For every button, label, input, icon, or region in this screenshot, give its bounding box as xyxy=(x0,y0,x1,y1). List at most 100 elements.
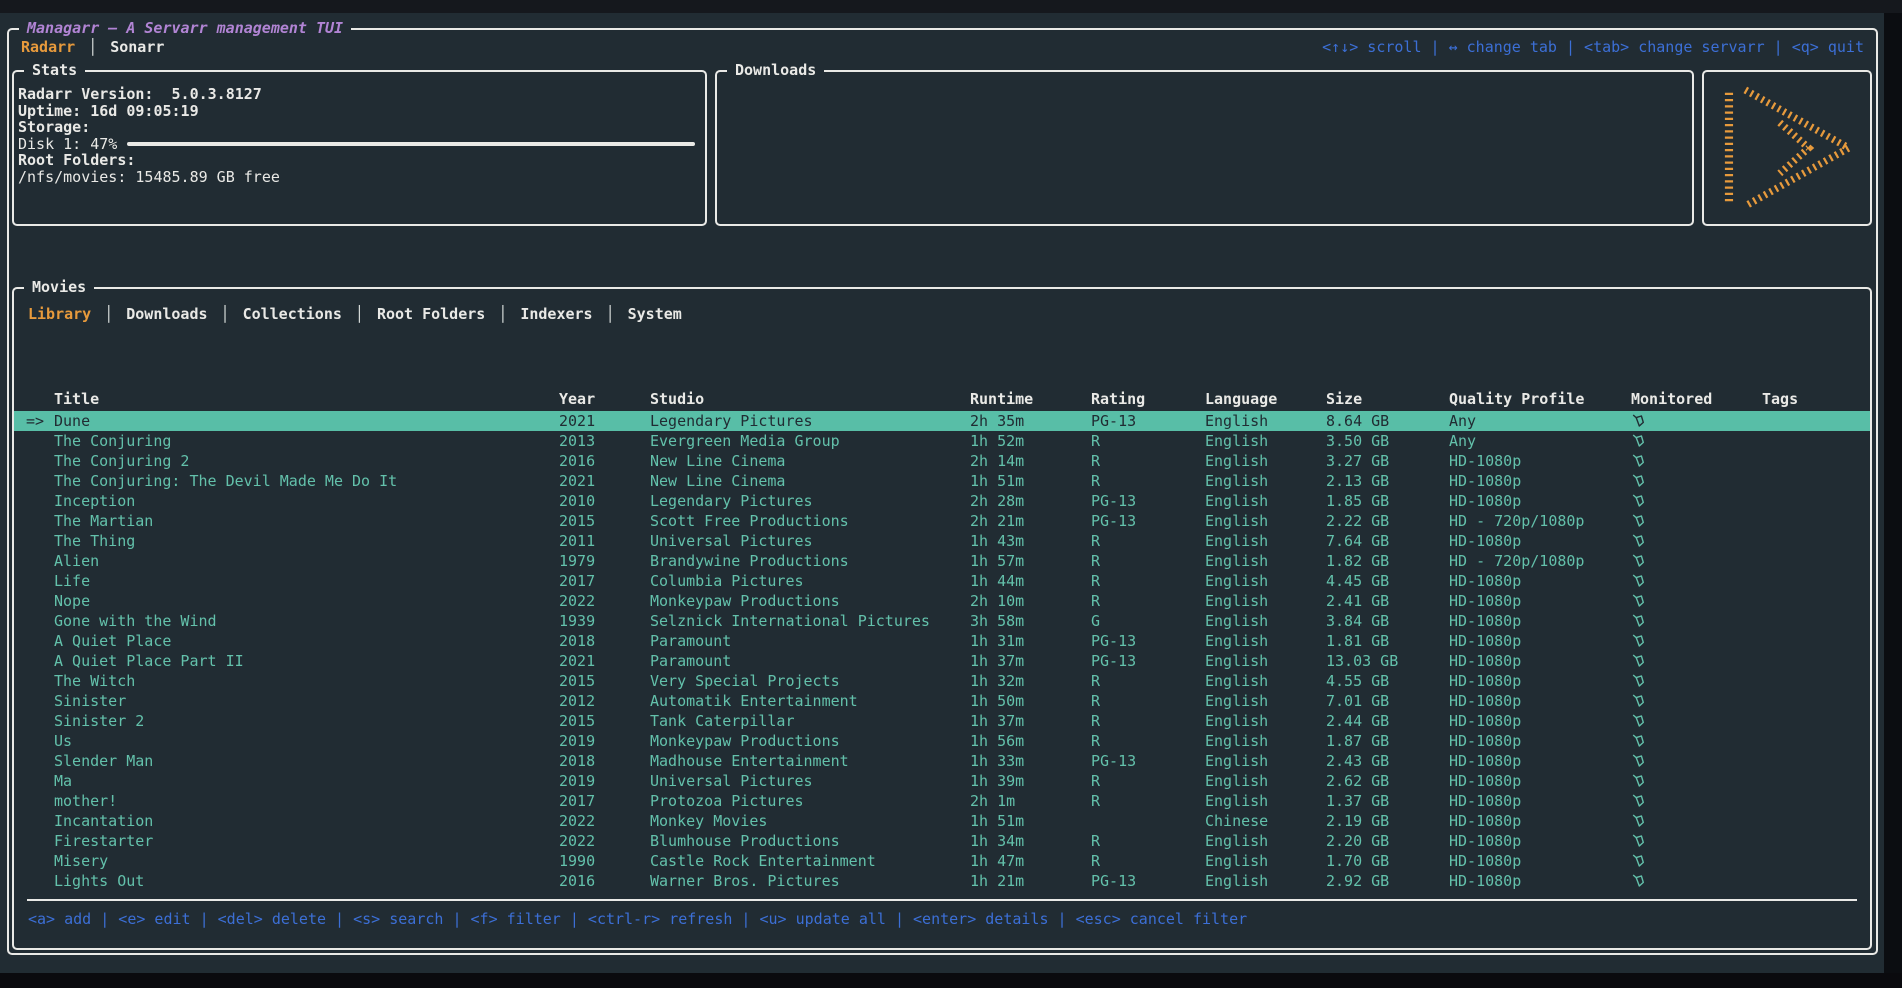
movie-language: English xyxy=(1205,491,1326,511)
movie-runtime: 2h 21m xyxy=(970,511,1091,531)
movie-rating: R xyxy=(1091,671,1205,691)
movie-size: 7.64 GB xyxy=(1326,531,1449,551)
root-folder-free-space: /nfs/movies: 15485.89 GB free xyxy=(18,169,697,186)
movie-language: English xyxy=(1205,631,1326,651)
movie-title: Lights Out xyxy=(54,871,559,891)
movie-rating: PG-13 xyxy=(1091,511,1205,531)
column-header-rating: Rating xyxy=(1091,387,1205,411)
movie-monitored xyxy=(1631,811,1762,831)
movie-studio: Universal Pictures xyxy=(650,771,970,791)
table-row[interactable]: Incantation2022Monkey Movies1h 51mChines… xyxy=(14,811,1870,831)
column-header-tags: Tags xyxy=(1762,387,1870,411)
stats-panel: Stats Radarr Version: 5.0.3.8127 Uptime:… xyxy=(12,70,707,226)
movie-studio: Tank Caterpillar xyxy=(650,711,970,731)
movies-tab-indexers[interactable]: Indexers xyxy=(520,305,592,323)
table-row[interactable]: Firestarter2022Blumhouse Productions1h 3… xyxy=(14,831,1870,851)
movies-tab-collections[interactable]: Collections xyxy=(243,305,342,323)
movies-tab-system[interactable]: System xyxy=(628,305,682,323)
table-row[interactable]: The Witch2015Very Special Projects1h 32m… xyxy=(14,671,1870,691)
table-row[interactable]: The Thing2011Universal Pictures1h 43mREn… xyxy=(14,531,1870,551)
table-row[interactable]: The Conjuring 22016New Line Cinema2h 14m… xyxy=(14,451,1870,471)
movie-size: 2.43 GB xyxy=(1326,751,1449,771)
table-row[interactable]: mother!2017Protozoa Pictures2h 1mREnglis… xyxy=(14,791,1870,811)
movie-title: Misery xyxy=(54,851,559,871)
movie-tags xyxy=(1762,451,1870,471)
table-row[interactable]: Alien1979Brandywine Productions1h 57mREn… xyxy=(14,551,1870,571)
table-row[interactable]: Nope2022Monkeypaw Productions2h 10mREngl… xyxy=(14,591,1870,611)
movie-year: 2016 xyxy=(559,871,650,891)
table-row[interactable]: The Conjuring2013Evergreen Media Group1h… xyxy=(14,431,1870,451)
table-row[interactable]: Slender Man2018Madhouse Entertainment1h … xyxy=(14,751,1870,771)
movie-tags xyxy=(1762,691,1870,711)
movie-studio: Brandywine Productions xyxy=(650,551,970,571)
movie-tags xyxy=(1762,511,1870,531)
table-row[interactable]: Sinister2012Automatik Entertainment1h 50… xyxy=(14,691,1870,711)
movie-year: 2018 xyxy=(559,631,650,651)
movie-year: 2022 xyxy=(559,831,650,851)
movie-title: mother! xyxy=(54,791,559,811)
movie-studio: Columbia Pictures xyxy=(650,571,970,591)
column-header-runtime: Runtime xyxy=(970,387,1091,411)
movie-studio: Monkey Movies xyxy=(650,811,970,831)
movie-monitored xyxy=(1631,411,1762,431)
table-row[interactable]: A Quiet Place Part II2021Paramount1h 37m… xyxy=(14,651,1870,671)
selection-marker xyxy=(14,671,54,691)
movie-quality-profile: HD-1080p xyxy=(1449,791,1631,811)
table-row[interactable]: Lights Out2016Warner Bros. Pictures1h 21… xyxy=(14,871,1870,891)
movie-year: 2013 xyxy=(559,431,650,451)
movie-size: 2.22 GB xyxy=(1326,511,1449,531)
table-row[interactable]: Inception2010Legendary Pictures2h 28mPG-… xyxy=(14,491,1870,511)
movie-runtime: 1h 32m xyxy=(970,671,1091,691)
monitored-icon xyxy=(1631,753,1646,769)
movies-tab-root-folders[interactable]: Root Folders xyxy=(377,305,485,323)
table-row[interactable]: The Conjuring: The Devil Made Me Do It20… xyxy=(14,471,1870,491)
movie-monitored xyxy=(1631,731,1762,751)
movie-monitored xyxy=(1631,871,1762,891)
movie-rating: R xyxy=(1091,771,1205,791)
table-row[interactable]: Gone with the Wind1939Selznick Internati… xyxy=(14,611,1870,631)
movie-runtime: 1h 52m xyxy=(970,431,1091,451)
movie-studio: Protozoa Pictures xyxy=(650,791,970,811)
table-row[interactable]: A Quiet Place2018Paramount1h 31mPG-13Eng… xyxy=(14,631,1870,651)
movie-year: 2017 xyxy=(559,571,650,591)
monitored-icon xyxy=(1631,713,1646,729)
root-folders-label: Root Folders: xyxy=(18,152,697,169)
table-row[interactable]: Misery1990Castle Rock Entertainment1h 47… xyxy=(14,851,1870,871)
tab-separator: │ xyxy=(342,305,377,323)
movie-title: Alien xyxy=(54,551,559,571)
movie-studio: Warner Bros. Pictures xyxy=(650,871,970,891)
movie-monitored xyxy=(1631,491,1762,511)
movie-runtime: 1h 21m xyxy=(970,871,1091,891)
top-panels: Stats Radarr Version: 5.0.3.8127 Uptime:… xyxy=(12,70,1872,226)
table-row[interactable]: The Martian2015Scott Free Productions2h … xyxy=(14,511,1870,531)
table-header: TitleYearStudioRuntimeRatingLanguageSize… xyxy=(14,387,1870,411)
table-row[interactable]: Life2017Columbia Pictures1h 44mREnglish4… xyxy=(14,571,1870,591)
table-row[interactable]: Sinister 22015Tank Caterpillar1h 37mREng… xyxy=(14,711,1870,731)
movie-quality-profile: HD-1080p xyxy=(1449,491,1631,511)
movies-tab-library[interactable]: Library xyxy=(28,305,91,323)
movie-quality-profile: HD-1080p xyxy=(1449,711,1631,731)
movie-rating: R xyxy=(1091,551,1205,571)
movie-monitored xyxy=(1631,631,1762,651)
movies-tab-downloads[interactable]: Downloads xyxy=(126,305,207,323)
table-row[interactable]: =>Dune2021Legendary Pictures2h 35mPG-13E… xyxy=(14,411,1870,431)
movie-quality-profile: HD-1080p xyxy=(1449,771,1631,791)
servarr-tab-radarr[interactable]: Radarr xyxy=(21,38,75,56)
movie-rating: R xyxy=(1091,731,1205,751)
stats-panel-title: Stats xyxy=(24,61,85,79)
table-row[interactable]: Us2019Monkeypaw Productions1h 56mREnglis… xyxy=(14,731,1870,751)
movie-studio: New Line Cinema xyxy=(650,471,970,491)
movie-size: 1.81 GB xyxy=(1326,631,1449,651)
movie-rating: PG-13 xyxy=(1091,871,1205,891)
movie-title: Dune xyxy=(54,411,559,431)
movie-monitored xyxy=(1631,691,1762,711)
movie-rating: R xyxy=(1091,831,1205,851)
movie-studio: Automatik Entertainment xyxy=(650,691,970,711)
selection-marker xyxy=(14,491,54,511)
movie-size: 1.37 GB xyxy=(1326,791,1449,811)
movie-quality-profile: HD-1080p xyxy=(1449,631,1631,651)
movie-runtime: 2h 14m xyxy=(970,451,1091,471)
movie-tags xyxy=(1762,571,1870,591)
servarr-tab-sonarr[interactable]: Sonarr xyxy=(110,38,164,56)
table-row[interactable]: Ma2019Universal Pictures1h 39mREnglish2.… xyxy=(14,771,1870,791)
